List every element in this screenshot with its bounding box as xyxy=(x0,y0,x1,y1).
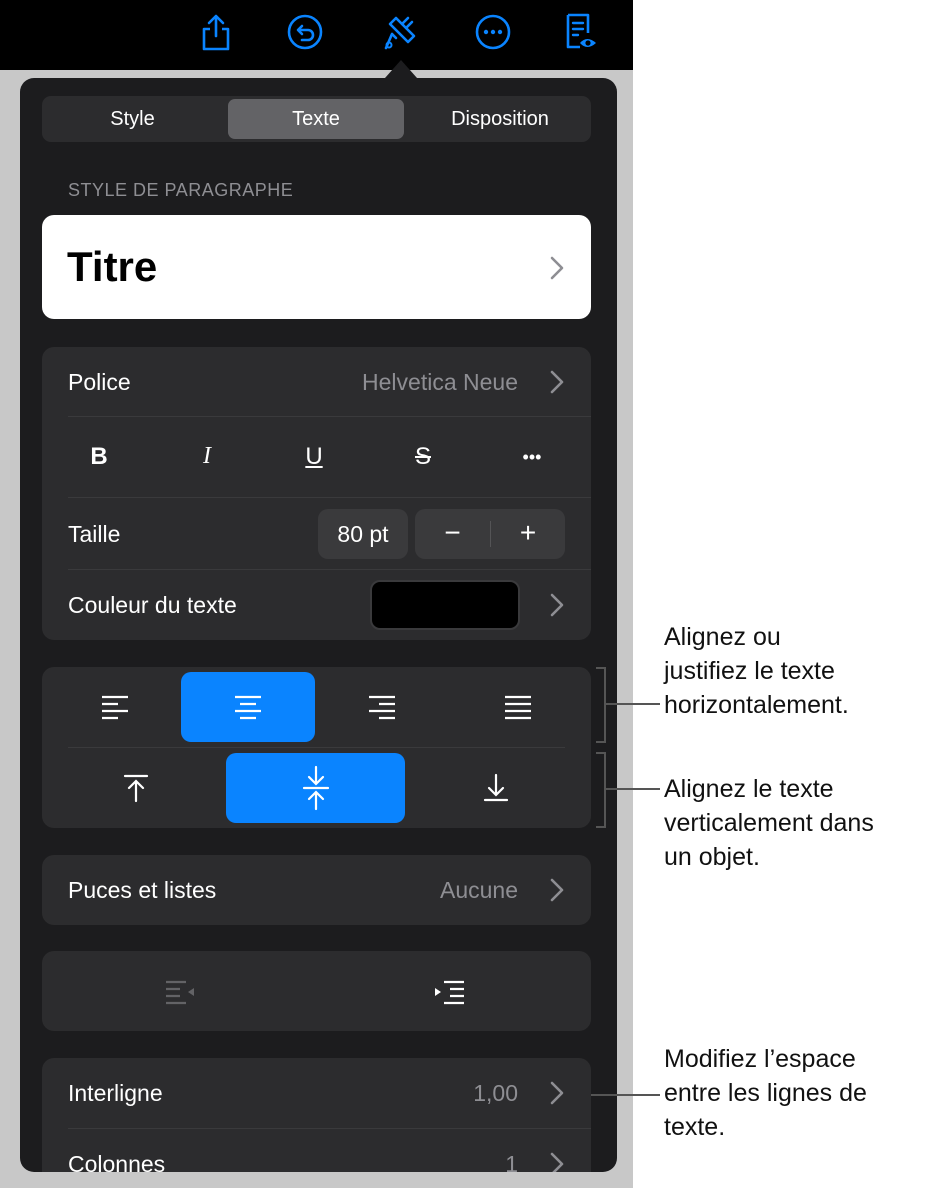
chevron-right-icon xyxy=(550,593,564,617)
text-color-row[interactable]: Couleur du texte xyxy=(42,570,591,640)
align-bottom-icon[interactable] xyxy=(483,773,509,803)
font-size-field[interactable]: 80 pt xyxy=(318,509,408,559)
bold-button[interactable]: B xyxy=(79,443,119,471)
chevron-right-icon xyxy=(550,1081,564,1105)
chevron-right-icon xyxy=(550,256,564,280)
bullets-label: Puces et listes xyxy=(68,877,217,903)
align-right-icon[interactable] xyxy=(367,694,397,720)
spacing-callout: Modifiez l’espace entre les lignes de te… xyxy=(664,1045,867,1141)
line-spacing-value: 1,00 xyxy=(473,1080,518,1106)
spacing-leader xyxy=(591,1094,660,1096)
font-size-stepper: − + xyxy=(415,509,565,559)
decrease-size-button[interactable]: − xyxy=(415,517,490,549)
text-color-swatch[interactable] xyxy=(370,580,520,630)
vertical-align-callout: Alignez le texte verticalement dans un o… xyxy=(664,775,874,871)
text-color-label: Couleur du texte xyxy=(68,592,237,618)
font-value: Helvetica Neue xyxy=(362,369,518,395)
align-left-icon[interactable] xyxy=(100,694,130,720)
line-spacing-label: Interligne xyxy=(68,1080,163,1106)
indent-group xyxy=(42,951,591,1031)
horizontal-align-bracket xyxy=(596,667,606,743)
format-panel: Style Texte Disposition STYLE DE PARAGRA… xyxy=(20,78,617,1172)
chevron-right-icon xyxy=(550,1152,564,1172)
separator xyxy=(68,416,591,417)
tab-style[interactable]: Style xyxy=(45,99,220,139)
tab-disposition[interactable]: Disposition xyxy=(412,99,588,139)
align-center-icon[interactable] xyxy=(233,694,263,720)
more-text-options-button[interactable]: ••• xyxy=(512,447,552,468)
spacing-group: Interligne 1,00 Colonnes 1 xyxy=(42,1058,591,1172)
horizontal-align-leader xyxy=(606,703,660,705)
format-tabs: Style Texte Disposition xyxy=(42,96,591,142)
justify-icon[interactable] xyxy=(503,694,533,720)
align-middle-icon[interactable] xyxy=(302,765,330,811)
font-label: Police xyxy=(68,369,131,395)
italic-button[interactable]: I xyxy=(187,443,227,470)
share-icon[interactable] xyxy=(196,10,236,54)
decrease-indent-icon[interactable] xyxy=(164,979,198,1005)
strikethrough-button[interactable]: S xyxy=(403,443,443,471)
popover-arrow xyxy=(385,60,417,78)
bullets-lists-row[interactable]: Puces et listes Aucune xyxy=(42,855,591,925)
line-spacing-row[interactable]: Interligne 1,00 xyxy=(42,1058,591,1128)
paintbrush-icon[interactable] xyxy=(380,10,420,54)
vertical-align-leader xyxy=(606,788,660,790)
columns-label: Colonnes xyxy=(68,1151,166,1172)
columns-value: 1 xyxy=(505,1151,518,1172)
chevron-right-icon xyxy=(550,878,564,902)
increase-indent-icon[interactable] xyxy=(432,979,466,1005)
tab-texte[interactable]: Texte xyxy=(228,99,404,139)
chevron-right-icon xyxy=(550,370,564,394)
separator xyxy=(68,497,591,498)
font-group: Police Helvetica Neue B I U S ••• Taille… xyxy=(42,347,591,640)
font-row[interactable]: Police Helvetica Neue xyxy=(42,347,591,417)
alignment-group xyxy=(42,667,591,828)
paragraph-style-value: Titre xyxy=(67,243,158,290)
align-top-icon[interactable] xyxy=(123,773,149,803)
columns-row[interactable]: Colonnes 1 xyxy=(42,1129,591,1172)
horizontal-align-callout: Alignez ou justifiez le texte horizontal… xyxy=(664,623,849,719)
bullets-value: Aucune xyxy=(439,877,518,903)
size-label: Taille xyxy=(68,521,121,547)
paragraph-style-section-label: STYLE DE PARAGRAPHE xyxy=(68,180,294,200)
toolbar xyxy=(0,0,633,70)
reader-view-icon[interactable] xyxy=(560,10,600,54)
paragraph-style-button[interactable]: Titre xyxy=(42,215,591,319)
underline-button[interactable]: U xyxy=(294,443,334,471)
undo-icon[interactable] xyxy=(285,10,325,54)
vertical-align-bracket xyxy=(596,752,606,828)
increase-size-button[interactable]: + xyxy=(491,517,565,549)
more-icon[interactable] xyxy=(473,10,513,54)
separator xyxy=(68,747,565,748)
